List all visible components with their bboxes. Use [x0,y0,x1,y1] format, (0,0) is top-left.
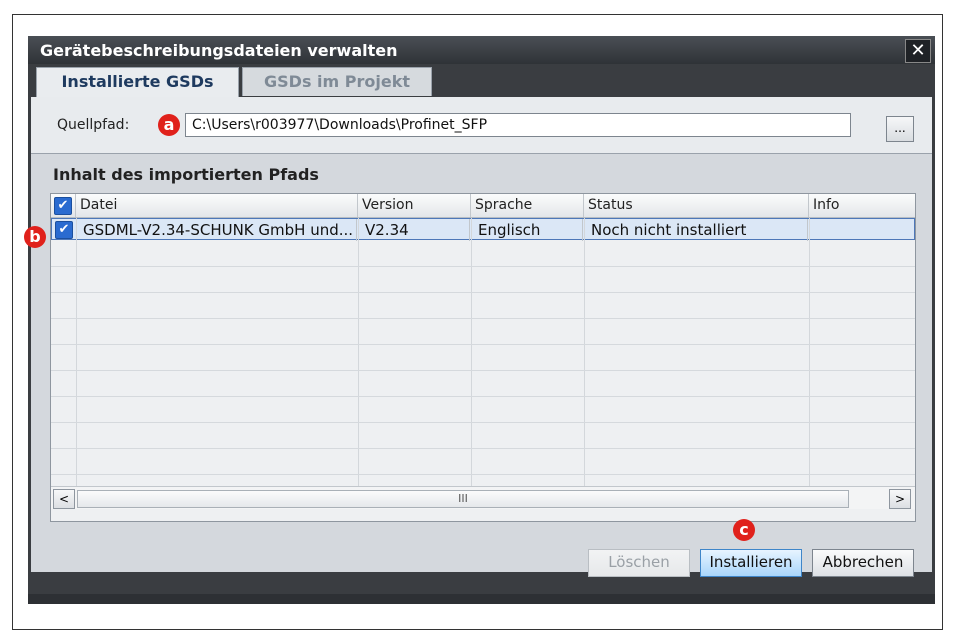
browse-button[interactable]: ... [886,116,914,142]
scroll-left-icon[interactable]: < [53,489,75,509]
tab-installed-gsds[interactable]: Installierte GSDs [36,67,239,99]
empty-row [51,396,915,423]
cell-version: V2.34 [359,219,470,241]
empty-row [51,344,915,371]
source-path-label: Quellpfad: [57,117,130,133]
close-icon[interactable]: ✕ [905,39,931,63]
empty-row [51,318,915,345]
empty-row [51,370,915,397]
header-version[interactable]: Version [358,194,471,217]
callout-b: b [24,226,46,248]
empty-row [51,292,915,319]
cell-sprache: Englisch [472,219,583,241]
cell-info [810,219,912,241]
header-datei[interactable]: Datei [76,194,358,217]
source-area: Quellpfad: a C:\Users\r003977\Downloads\… [31,97,932,154]
gsd-table: ✔ Datei Version Sprache Status Info ✔ GS… [50,193,916,522]
scroll-right-icon[interactable]: > [889,489,911,509]
install-button[interactable]: Installieren [700,549,802,577]
manage-gsd-dialog: Gerätebeschreibungsdateien verwalten ✕ I… [28,36,935,604]
cell-datei: GSDML-V2.34-SCHUNK GmbH und... [77,219,357,241]
cancel-button[interactable]: Abbrechen [812,549,914,577]
empty-row [51,266,915,293]
callout-a: a [158,114,180,136]
delete-button[interactable]: Löschen [588,549,690,577]
header-sprache[interactable]: Sprache [471,194,584,217]
tab-project-gsds[interactable]: GSDs im Projekt [242,67,432,96]
source-path-input[interactable]: C:\Users\r003977\Downloads\Profinet_SFP [185,113,851,137]
header-status[interactable]: Status [584,194,809,217]
row-checkbox-cell: ✔ [52,219,77,241]
select-all-checkbox[interactable]: ✔ [54,197,72,215]
section-title: Inhalt des importierten Pfads [53,165,319,184]
empty-row [51,448,915,475]
empty-row [51,422,915,449]
empty-row [51,240,915,267]
callout-c: c [733,519,755,541]
header-checkbox-cell: ✔ [51,194,76,217]
dialog-bottom-edge [28,594,935,604]
window-title: Gerätebeschreibungsdateien verwalten [40,41,398,60]
horizontal-scrollbar[interactable]: < III > [51,486,915,509]
table-row[interactable]: ✔ GSDML-V2.34-SCHUNK GmbH und... V2.34 E… [51,218,915,241]
header-info[interactable]: Info [809,194,914,217]
scroll-thumb[interactable]: III [77,490,849,508]
title-bar: Gerätebeschreibungsdateien verwalten ✕ [28,36,935,64]
tab-panel: Quellpfad: a C:\Users\r003977\Downloads\… [31,97,932,572]
cell-status: Noch nicht installiert [585,219,808,241]
table-header: ✔ Datei Version Sprache Status Info [51,194,915,218]
row-checkbox[interactable]: ✔ [55,221,73,239]
